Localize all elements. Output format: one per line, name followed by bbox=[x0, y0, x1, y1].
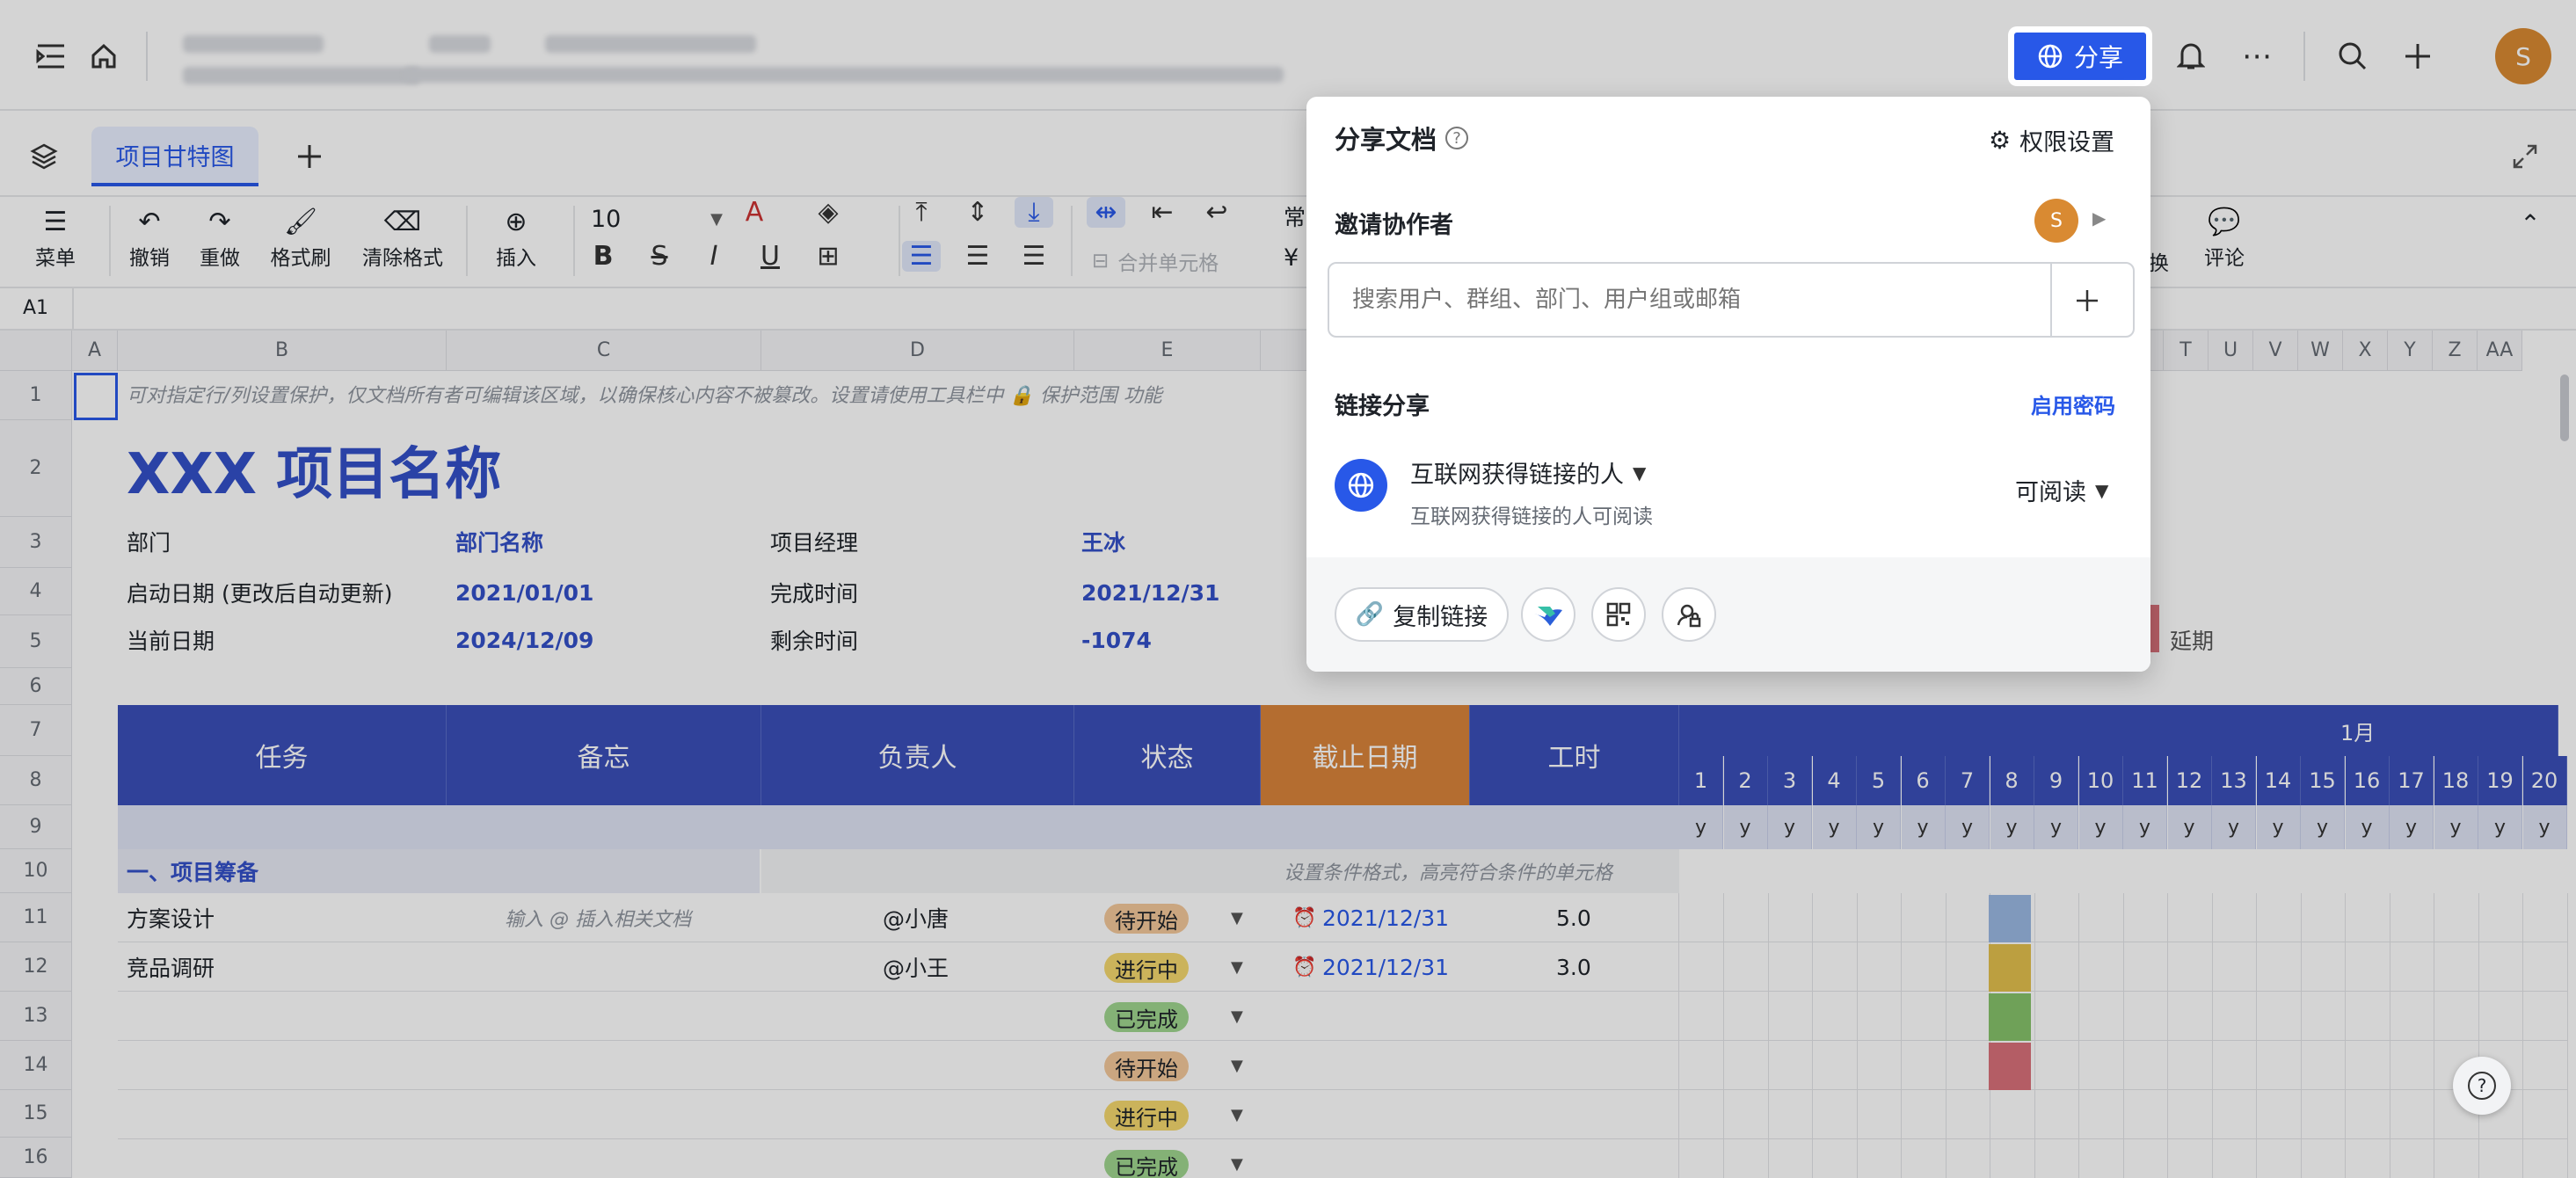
share-button-highlight[interactable]: 分享 bbox=[2010, 28, 2150, 84]
caret-down-icon: ▼ bbox=[2095, 479, 2109, 501]
collaborator-avatar[interactable]: S bbox=[2034, 199, 2078, 243]
caret-down-icon: ▼ bbox=[1633, 462, 1647, 484]
link-share-label: 链接分享 bbox=[1335, 393, 1430, 420]
share-to-app-button[interactable] bbox=[1521, 587, 1575, 642]
help-button[interactable]: ? bbox=[2453, 1057, 2511, 1115]
enable-password-link[interactable]: 启用密码 bbox=[2031, 389, 2115, 419]
invite-search-input[interactable] bbox=[1329, 264, 2050, 336]
link-scope-title: 互联网获得链接的人 bbox=[1410, 462, 1624, 489]
add-invitee-icon[interactable] bbox=[2068, 281, 2107, 320]
invite-search-box[interactable] bbox=[1328, 262, 2135, 338]
gear-icon: ⚙ bbox=[1989, 126, 2012, 155]
copy-link-button[interactable]: 🔗 复制链接 bbox=[1335, 587, 1509, 642]
share-button-label: 分享 bbox=[2073, 43, 2123, 72]
invite-label: 邀请协作者 bbox=[1335, 212, 1453, 239]
link-permission-select[interactable]: 可阅读 ▼ bbox=[2015, 473, 2108, 507]
share-popup-title-text: 分享文档 bbox=[1335, 125, 1437, 155]
share-lock-icon bbox=[1677, 604, 1701, 628]
help-circle-icon[interactable]: ? bbox=[1445, 127, 1469, 149]
more-share-button[interactable] bbox=[1662, 587, 1716, 642]
help-icon: ? bbox=[2468, 1072, 2496, 1100]
link-scope-description: 互联网获得链接的人可阅读 bbox=[1410, 505, 1653, 528]
caret-right-icon[interactable]: ▶ bbox=[2092, 207, 2106, 229]
share-popup-title: 分享文档 ? bbox=[1335, 120, 1469, 156]
link-permission-value: 可阅读 bbox=[2015, 479, 2086, 506]
search-divider bbox=[2050, 264, 2052, 336]
qr-code-button[interactable] bbox=[1591, 587, 1646, 642]
link-scope-select[interactable]: 互联网获得链接的人 ▼ bbox=[1410, 455, 1646, 490]
qr-code-icon bbox=[1606, 602, 1631, 627]
app-logo-icon bbox=[1534, 607, 1562, 626]
link-icon: 🔗 bbox=[1355, 601, 1385, 628]
modal-overlay bbox=[0, 0, 2576, 1178]
permission-settings-label: 权限设置 bbox=[2019, 129, 2115, 156]
globe-icon bbox=[2038, 44, 2063, 69]
globe-badge-icon bbox=[1335, 459, 1387, 512]
copy-link-label: 复制链接 bbox=[1393, 603, 1488, 631]
permission-settings-button[interactable]: ⚙ 权限设置 bbox=[1989, 123, 2114, 157]
share-popup: 分享文档 ? ⚙ 权限设置 邀请协作者 S ▶ 链接分享 启用密码 互联网获得链… bbox=[1306, 97, 2150, 672]
